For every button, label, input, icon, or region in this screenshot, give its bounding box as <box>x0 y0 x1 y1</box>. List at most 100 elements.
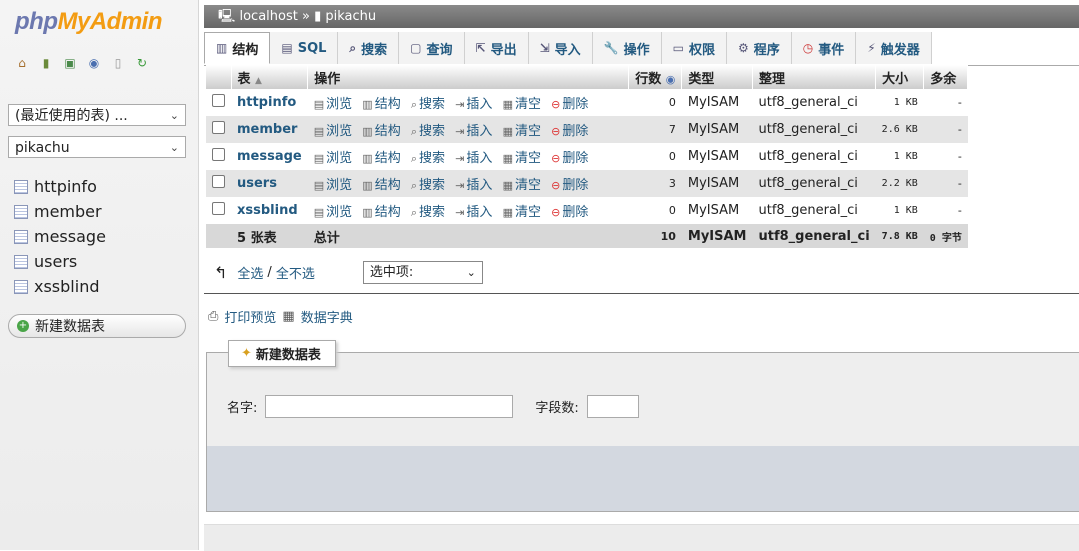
tab-operations[interactable]: 🔧 操作 <box>592 32 662 64</box>
table-icon <box>14 204 28 219</box>
drop-link[interactable]: ⊖ 删除 <box>551 124 588 139</box>
tab-events[interactable]: ◷ 事件 <box>791 32 857 64</box>
table-icon <box>14 279 28 294</box>
sidebar-item-member[interactable]: member <box>14 199 106 224</box>
structure-link[interactable]: ▥ 结构 <box>362 205 400 220</box>
with-selected-select[interactable]: 选中项: ⌄ <box>362 261 483 284</box>
empty-link[interactable]: ▦ 清空 <box>503 178 541 193</box>
structure-icon: ▥ <box>362 179 373 192</box>
insert-link[interactable]: ⇥ 插入 <box>455 151 492 166</box>
table-name-link[interactable]: httpinfo <box>231 89 308 116</box>
table-name-link[interactable]: users <box>231 170 308 197</box>
clock-icon: ◷ <box>802 41 814 55</box>
tab-search[interactable]: ⌕ 搜索 <box>338 32 400 64</box>
bottom-bar <box>204 524 1079 551</box>
header-collation[interactable]: 整理 <box>752 65 877 89</box>
breadcrumb-server[interactable]: localhost <box>239 9 297 24</box>
overhead: - <box>923 143 968 170</box>
sidebar-item-httpinfo[interactable]: httpinfo <box>14 174 106 199</box>
drop-link[interactable]: ⊖ 删除 <box>551 151 588 166</box>
header-overhead[interactable]: 多余 <box>923 65 969 89</box>
empty-link[interactable]: ▦ 清空 <box>503 124 541 139</box>
triggers-icon: ⚡ <box>867 41 876 55</box>
help-icon[interactable]: ◉ <box>666 73 676 86</box>
header-type[interactable]: 类型 <box>681 65 753 89</box>
search-link[interactable]: ⌕ 搜索 <box>411 97 445 112</box>
browse-link[interactable]: ▤ 浏览 <box>314 151 352 166</box>
browse-link[interactable]: ▤ 浏览 <box>314 178 352 193</box>
search-link[interactable]: ⌕ 搜索 <box>411 178 445 193</box>
engine: MyISAM <box>681 116 753 143</box>
home-icon[interactable]: ⌂ <box>15 56 29 70</box>
tab-routines[interactable]: ⚙ 程序 <box>727 32 792 64</box>
empty-link[interactable]: ▦ 清空 <box>503 151 541 166</box>
field-count-input[interactable] <box>586 395 639 418</box>
structure-icon: ▥ <box>362 125 373 138</box>
check-all-link[interactable]: 全选 <box>237 263 263 282</box>
tab-sql[interactable]: ▤ SQL <box>270 32 339 64</box>
insert-link[interactable]: ⇥ 插入 <box>455 205 492 220</box>
header-size[interactable]: 大小 <box>875 65 925 89</box>
row-checkbox[interactable] <box>212 148 225 161</box>
empty-link[interactable]: ▦ 清空 <box>503 205 541 220</box>
table-name-link[interactable]: xssblind <box>231 197 308 224</box>
browse-link[interactable]: ▤ 浏览 <box>314 124 352 139</box>
table-row: httpinfo ▤ 浏览 ▥ 结构 ⌕ 搜索 ⇥ 插入 ▦ 清空 ⊖ 删除 0 MyISA… <box>206 89 968 116</box>
nav-icons: ⌂ ▮ ▣ ◉ ▯ ↻ <box>15 56 149 70</box>
sidebar-item-xssblind[interactable]: xssblind <box>14 274 106 299</box>
table-count: 5 张表 <box>231 224 308 248</box>
insert-icon: ⇥ <box>455 206 465 219</box>
header-rows[interactable]: 行数 ◉ <box>628 65 683 89</box>
sidebar-new-table-button[interactable]: + 新建数据表 <box>8 314 186 338</box>
insert-link[interactable]: ⇥ 插入 <box>455 124 492 139</box>
table-name-link[interactable]: member <box>231 116 308 143</box>
breadcrumb-database[interactable]: pikachu <box>325 9 376 24</box>
structure-link[interactable]: ▥ 结构 <box>362 151 400 166</box>
collation: utf8_general_ci <box>752 89 876 116</box>
structure-link[interactable]: ▥ 结构 <box>362 178 400 193</box>
structure-link[interactable]: ▥ 结构 <box>362 124 400 139</box>
insert-link[interactable]: ⇥ 插入 <box>455 178 492 193</box>
sidebar-item-message[interactable]: message <box>14 224 106 249</box>
row-checkbox[interactable] <box>212 202 225 215</box>
sidebar-item-users[interactable]: users <box>14 249 106 274</box>
search-link[interactable]: ⌕ 搜索 <box>411 124 445 139</box>
table-name-input[interactable] <box>265 395 514 418</box>
row-checkbox[interactable] <box>212 121 225 134</box>
table-name-link[interactable]: message <box>231 143 308 170</box>
insert-link[interactable]: ⇥ 插入 <box>455 97 492 112</box>
empty-link[interactable]: ▦ 清空 <box>503 97 541 112</box>
drop-link[interactable]: ⊖ 删除 <box>551 178 588 193</box>
browse-link[interactable]: ▤ 浏览 <box>314 97 352 112</box>
tab-triggers[interactable]: ⚡ 触发器 <box>856 32 932 64</box>
total-label: 总计 <box>307 224 629 248</box>
tab-export[interactable]: ⇱ 导出 <box>464 32 529 64</box>
help-icon[interactable]: ◉ <box>87 56 101 70</box>
browse-link[interactable]: ▤ 浏览 <box>314 205 352 220</box>
database-select[interactable]: pikachu ⌄ <box>8 136 186 158</box>
tab-structure[interactable]: ▥ 结构 <box>204 32 271 64</box>
search-link[interactable]: ⌕ 搜索 <box>411 205 445 220</box>
drop-link[interactable]: ⊖ 删除 <box>551 97 588 112</box>
tab-import[interactable]: ⇲ 导入 <box>528 32 593 64</box>
docs-icon[interactable]: ▯ <box>111 56 125 70</box>
search-icon: ⌕ <box>349 40 357 55</box>
header-table[interactable]: 表 ▲ <box>231 65 309 89</box>
drop-link[interactable]: ⊖ 删除 <box>551 205 588 220</box>
uncheck-all-link[interactable]: 全不选 <box>276 263 315 282</box>
browse-icon: ▤ <box>313 125 325 138</box>
row-checkbox[interactable] <box>212 94 225 107</box>
tab-query[interactable]: ▢ 查询 <box>399 32 465 64</box>
engine: MyISAM <box>681 143 753 170</box>
query-icon[interactable]: ▣ <box>63 56 77 70</box>
data-dictionary-link[interactable]: 数据字典 <box>301 307 353 326</box>
structure-link[interactable]: ▥ 结构 <box>362 97 400 112</box>
tab-privileges[interactable]: ▭ 权限 <box>661 32 727 64</box>
print-view-link[interactable]: 打印预览 <box>224 307 276 326</box>
recent-tables-select[interactable]: (最近使用的表) ... ⌄ <box>8 104 186 126</box>
exit-icon[interactable]: ▮ <box>39 56 53 70</box>
row-checkbox[interactable] <box>212 175 225 188</box>
phpmyadmin-logo[interactable]: phpMyAdmin <box>15 8 162 36</box>
search-link[interactable]: ⌕ 搜索 <box>411 151 445 166</box>
reload-icon[interactable]: ↻ <box>135 56 149 70</box>
